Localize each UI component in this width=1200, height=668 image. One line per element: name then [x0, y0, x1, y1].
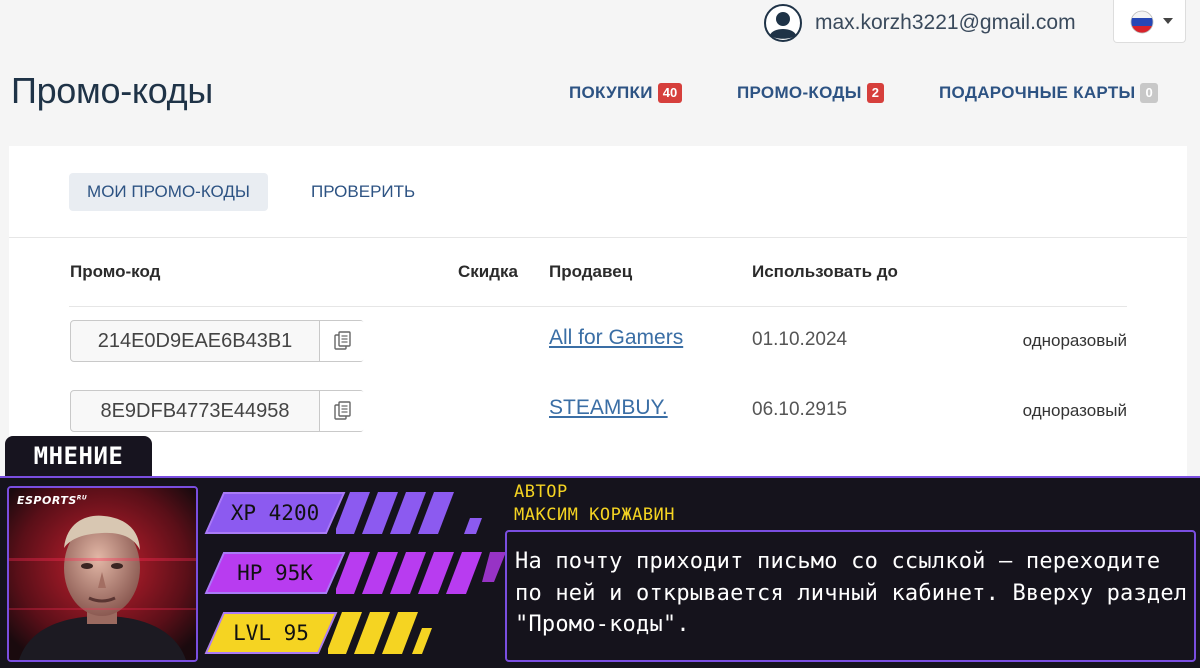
author-quote: На почту приходит письмо со ссылкой — пе…: [505, 530, 1196, 662]
nav-purchases[interactable]: ПОКУПКИ 40: [569, 83, 683, 103]
user-avatar-icon: [764, 4, 802, 42]
flag-ru-icon: [1130, 10, 1154, 34]
promo-codes-card: МОИ ПРОМО-КОДЫ ПРОВЕРИТЬ Промо-код Скидк…: [9, 146, 1187, 486]
chevron-down-icon: [1163, 18, 1173, 24]
stat-hp-label: HP 95K: [237, 561, 313, 585]
page-title: Промо-коды: [11, 70, 213, 111]
author-portrait-icon: [9, 488, 196, 660]
tabs-bar: МОИ ПРОМО-КОДЫ ПРОВЕРИТЬ: [9, 146, 1187, 238]
gift-cards-count-badge: 0: [1140, 83, 1158, 103]
copy-button[interactable]: [319, 321, 365, 361]
opinion-tab: МНЕНИЕ: [5, 436, 152, 477]
promo-code-value[interactable]: 214E0D9EAE6B43B1: [71, 321, 319, 361]
stat-xp-label: XP 4200: [230, 501, 320, 525]
author-quote-text: На почту приходит письмо со ссылкой — пе…: [515, 549, 1188, 637]
promo-code-field: 8E9DFB4773E44958: [70, 390, 365, 432]
stat-lvl: LVL 95: [204, 612, 338, 654]
esports-logo-text: ESPORTS: [17, 494, 77, 507]
copy-button[interactable]: [319, 391, 365, 431]
nav-promo-codes-label: ПРОМО-КОДЫ: [737, 83, 862, 102]
nav-purchases-label: ПОКУПКИ: [569, 83, 653, 102]
promo-codes-count-badge: 2: [866, 83, 884, 103]
nav-gift-cards[interactable]: ПОДАРОЧНЫЕ КАРТЫ 0: [939, 83, 1158, 103]
valid-until-date: 06.10.2915: [752, 399, 848, 420]
valid-until-date: 01.10.2024: [752, 329, 848, 350]
code-type: одноразовый: [1022, 331, 1127, 350]
language-selector[interactable]: [1113, 0, 1186, 43]
purchases-count-badge: 40: [657, 83, 683, 103]
stat-xp-bars: [336, 492, 482, 534]
author-name: МАКСИМ КОРЖАВИН: [514, 505, 676, 525]
user-email[interactable]: max.korzh3221@gmail.com: [815, 11, 1076, 35]
column-header-code: Промо-код: [70, 262, 161, 281]
copy-icon: [334, 401, 351, 420]
promo-code-value[interactable]: 8E9DFB4773E44958: [71, 391, 319, 431]
column-header-discount: Скидка: [458, 262, 518, 281]
column-header-seller: Продавец: [549, 262, 633, 281]
table-header-divider: [69, 306, 1127, 307]
author-label: АВТОР: [514, 482, 568, 502]
copy-icon: [334, 331, 351, 350]
user-menu[interactable]: [764, 4, 802, 42]
esports-logo: ESPORTSRU: [17, 494, 87, 507]
stat-hp-bars: [336, 552, 506, 594]
author-photo: ESPORTSRU: [7, 486, 198, 662]
stat-lvl-label: LVL 95: [233, 621, 309, 645]
esports-logo-suffix: RU: [76, 494, 88, 502]
stat-hp: HP 95K: [204, 552, 346, 594]
code-type: одноразовый: [1022, 401, 1127, 420]
nav-promo-codes[interactable]: ПРОМО-КОДЫ 2: [737, 83, 884, 103]
seller-link[interactable]: STEAMBUY.: [549, 396, 668, 420]
stat-xp: XP 4200: [204, 492, 346, 534]
tab-check[interactable]: ПРОВЕРИТЬ: [311, 173, 415, 211]
promo-code-field: 214E0D9EAE6B43B1: [70, 320, 365, 362]
nav-gift-cards-label: ПОДАРОЧНЫЕ КАРТЫ: [939, 83, 1136, 102]
column-header-valid-until: Использовать до: [752, 262, 898, 281]
seller-link[interactable]: All for Gamers: [549, 326, 683, 350]
tab-my-promo-codes[interactable]: МОИ ПРОМО-КОДЫ: [69, 173, 268, 211]
stat-lvl-bars: [328, 612, 432, 654]
